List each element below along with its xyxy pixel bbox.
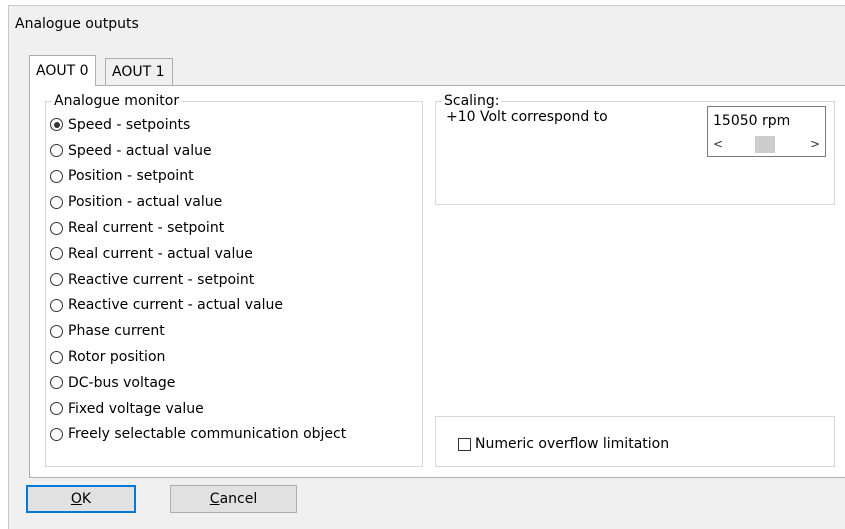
radio-label: Real current - setpoint bbox=[68, 220, 225, 237]
radio-button[interactable] bbox=[50, 247, 63, 261]
radio-button[interactable] bbox=[50, 144, 63, 158]
radio-option[interactable]: Speed - actual value bbox=[50, 138, 346, 164]
radio-option[interactable]: Real current - actual value bbox=[50, 241, 346, 267]
radio-button[interactable] bbox=[50, 118, 63, 132]
radio-button[interactable] bbox=[50, 427, 63, 441]
overflow-checkbox[interactable] bbox=[458, 437, 471, 451]
radio-button[interactable] bbox=[50, 195, 63, 209]
cancel-mnemonic: C bbox=[209, 491, 220, 507]
radio-button[interactable] bbox=[50, 350, 63, 364]
radio-button[interactable] bbox=[50, 324, 63, 338]
overflow-group: Numeric overflow limitation bbox=[435, 416, 835, 467]
scroll-thumb[interactable] bbox=[755, 136, 775, 153]
dialog-window: Analogue outputs AOUT 0 AOUT 1 Analogue … bbox=[8, 5, 845, 529]
cancel-label-rest: ancel bbox=[219, 491, 258, 507]
scaling-scrollbar[interactable]: < > bbox=[709, 135, 824, 154]
radio-option[interactable]: Rotor position bbox=[50, 344, 346, 370]
overflow-checkbox-row[interactable]: Numeric overflow limitation bbox=[458, 436, 669, 452]
scaling-label: Scaling: bbox=[442, 93, 502, 109]
title-bar: Analogue outputs bbox=[9, 6, 845, 42]
radio-button[interactable] bbox=[50, 376, 63, 390]
cancel-button[interactable]: Cancel bbox=[170, 485, 297, 513]
radio-label: Position - setpoint bbox=[68, 168, 194, 185]
radio-label: Reactive current - actual value bbox=[68, 297, 283, 314]
radio-option[interactable]: Fixed voltage value bbox=[50, 396, 346, 422]
radio-option[interactable]: Position - setpoint bbox=[50, 164, 346, 190]
radio-label: Fixed voltage value bbox=[68, 400, 204, 417]
overflow-label: Numeric overflow limitation bbox=[475, 436, 670, 452]
radio-option[interactable]: DC-bus voltage bbox=[50, 370, 346, 396]
radio-label: Speed - actual value bbox=[68, 142, 212, 159]
analogue-monitor-group: Analogue monitor Speed - setpoints Speed … bbox=[45, 93, 423, 467]
tab-label: AOUT 1 bbox=[112, 64, 165, 80]
tab-label: AOUT 0 bbox=[36, 63, 89, 79]
ok-mnemonic: O bbox=[70, 491, 82, 507]
radio-option[interactable]: Phase current bbox=[50, 318, 346, 344]
radio-option[interactable]: Reactive current - actual value bbox=[50, 293, 346, 319]
scaling-value: 15050 rpm bbox=[713, 113, 791, 129]
window-title: Analogue outputs bbox=[15, 16, 139, 32]
radio-label: Speed - setpoints bbox=[68, 116, 191, 133]
radio-label: Phase current bbox=[68, 323, 165, 340]
radio-label: Real current - actual value bbox=[68, 245, 253, 262]
radio-option[interactable]: Reactive current - setpoint bbox=[50, 267, 346, 293]
radio-option[interactable]: Position - actual value bbox=[50, 189, 346, 215]
radio-option[interactable]: Freely selectable communication object bbox=[50, 422, 346, 448]
tab-aout-1[interactable]: AOUT 1 bbox=[105, 58, 173, 85]
radio-button[interactable] bbox=[50, 273, 63, 287]
radio-label: Position - actual value bbox=[68, 194, 223, 211]
analogue-monitor-label: Analogue monitor bbox=[52, 93, 182, 109]
radio-option[interactable]: Speed - setpoints bbox=[50, 112, 346, 138]
scaling-group: Scaling: +10 Volt correspond to 15050 rp… bbox=[435, 93, 835, 205]
radio-label: DC-bus voltage bbox=[68, 374, 176, 391]
radio-label: Rotor position bbox=[68, 349, 166, 366]
radio-label: Freely selectable communication object bbox=[68, 426, 347, 443]
ok-button[interactable]: OK bbox=[26, 485, 136, 513]
monitor-options-list: Speed - setpoints Speed - actual value Pos… bbox=[50, 112, 346, 447]
scroll-right-icon[interactable]: > bbox=[806, 135, 824, 154]
radio-label: Reactive current - setpoint bbox=[68, 271, 255, 288]
radio-button[interactable] bbox=[50, 298, 63, 312]
ok-label-rest: K bbox=[81, 491, 92, 507]
tab-aout-0[interactable]: AOUT 0 bbox=[29, 55, 96, 86]
scaling-description: +10 Volt correspond to bbox=[446, 109, 608, 125]
radio-button[interactable] bbox=[50, 169, 63, 183]
tab-panel: Analogue monitor Speed - setpoints Speed … bbox=[29, 85, 845, 478]
radio-button[interactable] bbox=[50, 221, 63, 235]
scroll-left-icon[interactable]: < bbox=[709, 135, 727, 154]
radio-button[interactable] bbox=[50, 402, 63, 416]
radio-option[interactable]: Real current - setpoint bbox=[50, 215, 346, 241]
scaling-value-field[interactable]: 15050 rpm < > bbox=[707, 106, 826, 157]
